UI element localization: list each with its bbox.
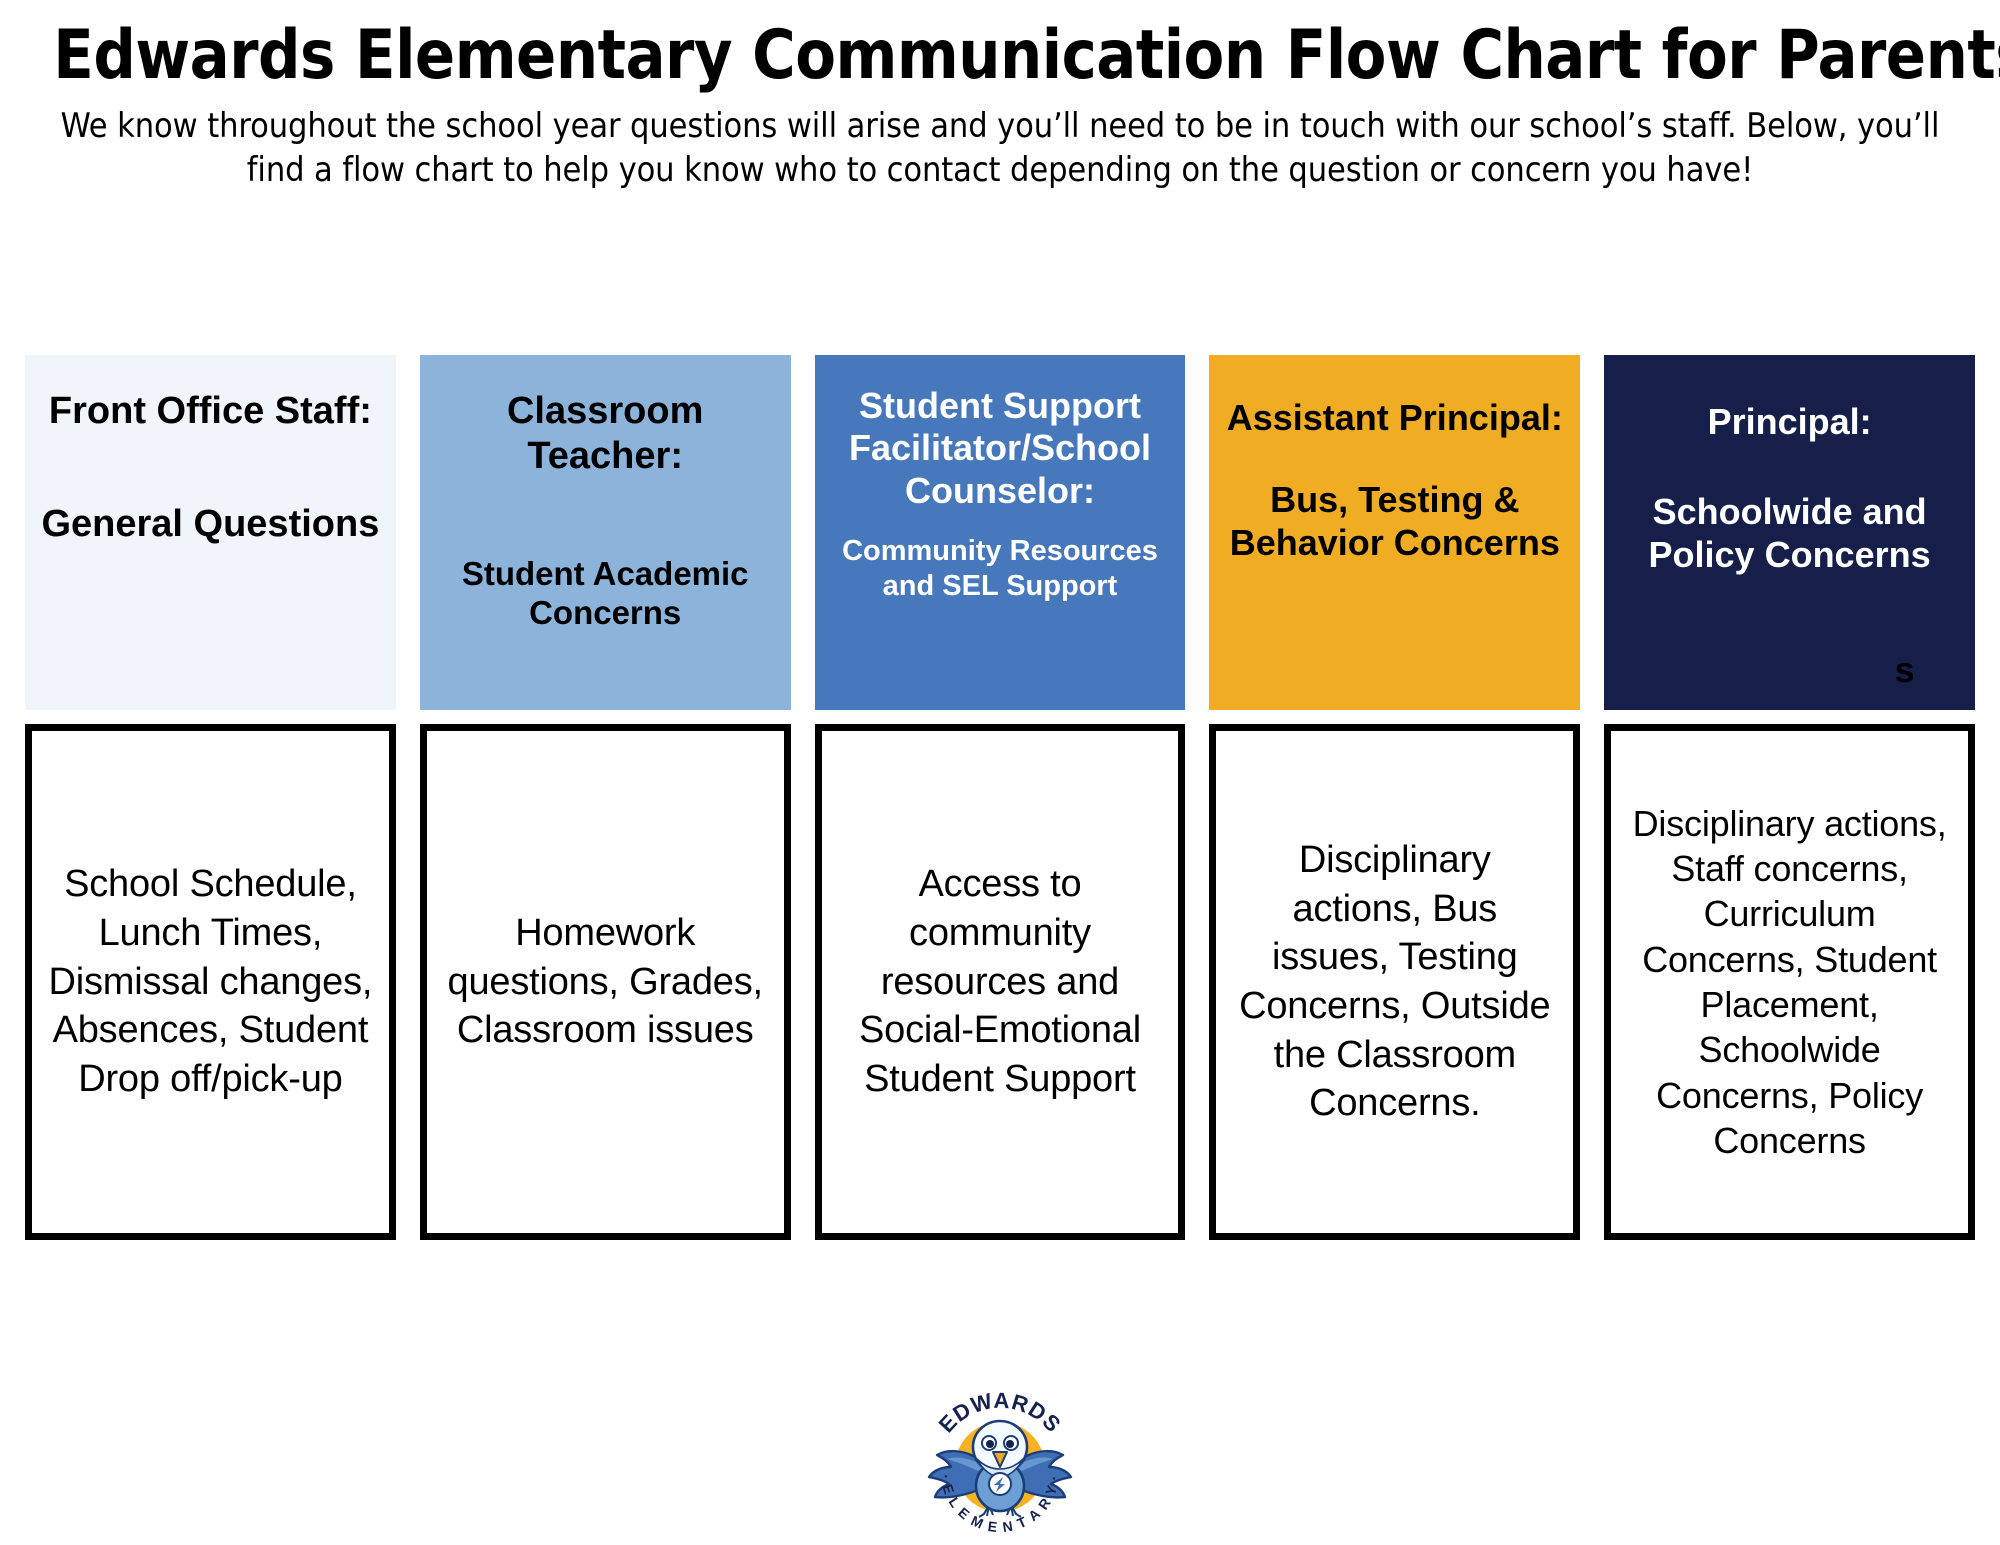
column-role-label: Front Office Staff:	[48, 390, 372, 432]
flow-column-principal: Principal: Schoolwide and Policy Concern…	[1604, 355, 1975, 1240]
column-details-box-front-office-staff: School Schedule, Lunch Times, Dismissal …	[25, 724, 396, 1240]
column-role-label: Classroom Teacher:	[506, 390, 704, 477]
column-details-text: Homework questions, Grades, Classroom is…	[447, 912, 764, 1052]
column-details-box-student-support: Access to community resources and Social…	[814, 724, 1186, 1240]
column-role-label: Assistant Principal:	[1226, 397, 1563, 438]
flow-column-student-support: Student Support Facilitator/School Couns…	[814, 355, 1186, 1240]
column-details-text: Disciplinary actions, Bus issues, Testin…	[1239, 839, 1551, 1125]
column-details-box-principal: Disciplinary actions, Staff concerns, Cu…	[1604, 724, 1975, 1240]
column-details-box-classroom-teacher: Homework questions, Grades, Classroom is…	[419, 724, 791, 1240]
column-header-assistant-principal: Assistant Principal: Bus, Testing & Beha…	[1209, 355, 1581, 710]
column-header-front-office-staff: Front Office Staff: General Questions	[25, 355, 396, 710]
page-subtitle: We know throughout the school year quest…	[60, 106, 1940, 191]
column-details-text: Access to community resources and Social…	[859, 863, 1141, 1100]
column-scope-label: Schoolwide and Policy Concerns	[1648, 491, 1931, 575]
flow-column-front-office-staff: Front Office Staff: General Questions Sc…	[25, 355, 396, 1240]
column-details-text: Disciplinary actions, Staff concerns, Cu…	[1632, 802, 1947, 1162]
column-details-text: School Schedule, Lunch Times, Dismissal …	[48, 863, 373, 1100]
page-title: Edwards Elementary Communication Flow Ch…	[53, 16, 2000, 95]
column-scope-label: General Questions	[41, 502, 380, 545]
school-logo: EDWARDS · E L E M E N T A R Y ·	[915, 1388, 1085, 1539]
flow-column-classroom-teacher: Classroom Teacher: Student Academic Conc…	[419, 355, 791, 1240]
column-scope-label: Bus, Testing & Behavior Concerns	[1229, 479, 1560, 563]
edwards-elementary-eagle-logo-icon: EDWARDS · E L E M E N T A R Y ·	[927, 1388, 1073, 1535]
page-header: Edwards Elementary Communication Flow Ch…	[0, 0, 2000, 193]
column-role-label: Principal:	[1707, 401, 1872, 442]
column-role-label: Student Support Facilitator/School Couns…	[848, 385, 1152, 511]
column-header-principal: Principal: Schoolwide and Policy Concern…	[1604, 355, 1975, 710]
overlapping-text-artifact: s	[1894, 649, 1915, 690]
column-header-student-support: Student Support Facilitator/School Couns…	[814, 355, 1186, 710]
column-header-classroom-teacher: Classroom Teacher: Student Academic Conc…	[419, 355, 791, 710]
column-details-box-assistant-principal: Disciplinary actions, Bus issues, Testin…	[1209, 724, 1581, 1240]
column-scope-label: Student Academic Concerns	[461, 554, 749, 631]
column-scope-label: Community Resources and SEL Support	[842, 535, 1158, 602]
flow-column-assistant-principal: Assistant Principal: Bus, Testing & Beha…	[1209, 355, 1581, 1240]
flow-chart-columns: Front Office Staff: General Questions Sc…	[25, 355, 1975, 1240]
